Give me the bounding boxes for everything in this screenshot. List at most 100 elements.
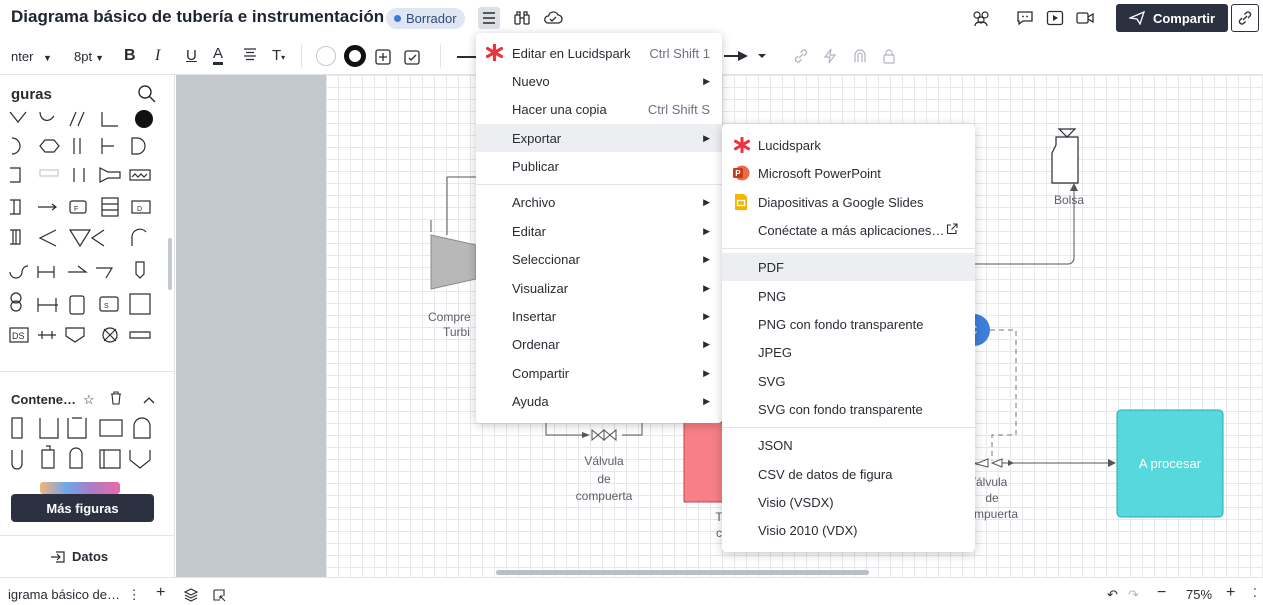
add-page-icon[interactable]: + (156, 584, 165, 602)
menu-item-insert[interactable]: Insertar ▶ (476, 302, 722, 330)
menu-item-select[interactable]: Seleccionar ▶ (476, 245, 722, 273)
zoom-in-icon[interactable]: + (1226, 584, 1235, 602)
menu-item-help[interactable]: Ayuda ▶ (476, 387, 722, 415)
page-tab[interactable]: igrama básico de… ⋮ (8, 587, 141, 603)
page-settings-icon[interactable] (212, 588, 226, 605)
zoom-out-icon[interactable]: − (1157, 584, 1166, 602)
redo-icon[interactable]: ↷ (1128, 587, 1139, 603)
star-icon[interactable]: ☆ (83, 392, 95, 408)
export-item-vdx[interactable]: Visio 2010 (VDX) (722, 516, 975, 544)
menu-item-export[interactable]: Exportar ▶ (476, 124, 722, 152)
zoom-level[interactable]: 75% (1186, 587, 1212, 602)
menu-item-edit[interactable]: Editar ▶ (476, 217, 722, 245)
trash-icon[interactable] (110, 391, 122, 410)
text-color-button[interactable]: A (213, 46, 224, 65)
export-item-google-slides[interactable]: Diapositivas a Google Slides (722, 188, 975, 216)
export-item-vsdx[interactable]: Visio (VSDX) (722, 488, 975, 516)
line-end-arrow-select[interactable] (724, 49, 774, 68)
font-family-select[interactable]: nter ▼ (11, 49, 52, 64)
menu-item-label: Ordenar (512, 336, 560, 352)
hamburger-icon (483, 12, 495, 24)
shape-library-pid[interactable]: F D S DS (8, 108, 158, 348)
binoculars-icon[interactable] (511, 7, 533, 29)
export-item-svg[interactable]: SVG (722, 367, 975, 395)
menu-item-label: Seleccionar (512, 251, 580, 267)
status-badge[interactable]: Borrador (386, 8, 465, 29)
chevron-up-icon[interactable] (143, 392, 155, 410)
comment-icon[interactable] (1014, 7, 1036, 29)
fill-color-button[interactable] (316, 46, 336, 66)
menu-item-arrange[interactable]: Ordenar ▶ (476, 330, 722, 358)
italic-button[interactable]: I (155, 47, 160, 65)
font-size-select[interactable]: 8pt ▼ (74, 49, 104, 64)
search-icon[interactable] (137, 84, 157, 109)
export-item-powerpoint[interactable]: P Microsoft PowerPoint (722, 159, 975, 187)
menu-item-edit-lucidspark[interactable]: Editar en Lucidspark Ctrl Shift 1 (476, 39, 722, 67)
menu-item-label: Insertar (512, 308, 557, 324)
copy-link-button[interactable] (1231, 4, 1259, 32)
share-button[interactable]: Compartir (1116, 4, 1228, 32)
export-item-png[interactable]: PNG (722, 282, 975, 310)
export-item-png-transparent[interactable]: PNG con fondo transparente (722, 310, 975, 338)
undo-icon[interactable]: ↶ (1107, 587, 1118, 603)
underline-button[interactable]: U (186, 47, 197, 64)
tank-shape (683, 421, 725, 503)
style-icon[interactable] (403, 48, 421, 71)
menu-item-new[interactable]: Nuevo ▶ (476, 67, 722, 95)
submenu-arrow-icon: ▶ (703, 132, 710, 143)
text-align-button[interactable] (243, 47, 257, 64)
present-icon[interactable] (1044, 7, 1066, 29)
more-vertical-icon[interactable]: ⋮ (128, 587, 141, 602)
menu-item-label: Visio 2010 (VDX) (758, 522, 858, 538)
menu-item-file[interactable]: Archivo ▶ (476, 188, 722, 216)
layers-icon[interactable] (183, 588, 199, 605)
svg-text:D: D (137, 206, 142, 213)
line-color-button[interactable] (344, 45, 366, 67)
toolbar-divider (440, 44, 441, 68)
menu-item-label: Ayuda (512, 393, 549, 409)
data-button[interactable]: Datos (50, 549, 108, 564)
menu-item-copy[interactable]: Hacer una copia Ctrl Shift S (476, 95, 722, 123)
collaborators-icon[interactable] (970, 7, 992, 29)
link-icon (1238, 11, 1252, 25)
menu-item-share[interactable]: Compartir ▶ (476, 359, 722, 387)
menu-item-label: Archivo (512, 194, 556, 210)
export-item-svg-transparent[interactable]: SVG con fondo transparente (722, 395, 975, 423)
canvas-horizontal-scrollbar[interactable] (496, 570, 869, 575)
export-item-json[interactable]: JSON (722, 431, 975, 459)
status-dot (394, 15, 401, 22)
lock-icon[interactable] (882, 48, 896, 69)
fit-icon[interactable]: ⁚ (1253, 586, 1257, 600)
valve1-label-line3: compuerta (575, 489, 633, 503)
export-item-lucidspark[interactable]: Lucidspark (722, 131, 975, 159)
main-menu: Editar en Lucidspark Ctrl Shift 1 Nuevo … (476, 33, 722, 423)
link-icon[interactable] (793, 48, 809, 69)
menu-item-label: PNG (758, 288, 787, 304)
menu-item-label: JPEG (758, 344, 792, 360)
export-item-more-apps[interactable]: Conéctate a más aplicaciones… (722, 216, 975, 244)
menu-item-label: Editar (512, 223, 546, 239)
bold-button[interactable]: B (124, 47, 136, 65)
more-shapes-button[interactable]: Más figuras (11, 494, 154, 522)
export-item-pdf[interactable]: PDF (722, 253, 975, 281)
chevron-down-icon: ▼ (43, 53, 52, 63)
shapes-panel-scrollbar[interactable] (168, 238, 172, 290)
shape-options-icon[interactable] (374, 48, 392, 71)
menu-item-label: Visio (VSDX) (758, 494, 834, 510)
export-item-csv[interactable]: CSV de datos de figura (722, 460, 975, 488)
magnet-icon[interactable] (853, 48, 867, 69)
cloud-saved-icon[interactable] (542, 7, 564, 29)
document-title[interactable]: Diagrama básico de tubería e instrumenta… (11, 7, 384, 27)
font-family-value: nter (11, 49, 34, 64)
menu-item-view[interactable]: Visualizar ▶ (476, 274, 722, 302)
main-menu-button[interactable] (478, 7, 500, 29)
shape-library-containers[interactable] (8, 416, 158, 472)
video-call-icon[interactable] (1074, 7, 1096, 29)
line-style-icon[interactable] (457, 56, 477, 58)
export-item-jpeg[interactable]: JPEG (722, 338, 975, 366)
text-options-button[interactable]: T▾ (272, 47, 285, 64)
lightning-icon[interactable] (823, 48, 837, 69)
menu-item-label: Compartir (512, 365, 570, 381)
containers-section-title[interactable]: Contene… (11, 392, 76, 407)
menu-item-publish[interactable]: Publicar (476, 152, 722, 180)
